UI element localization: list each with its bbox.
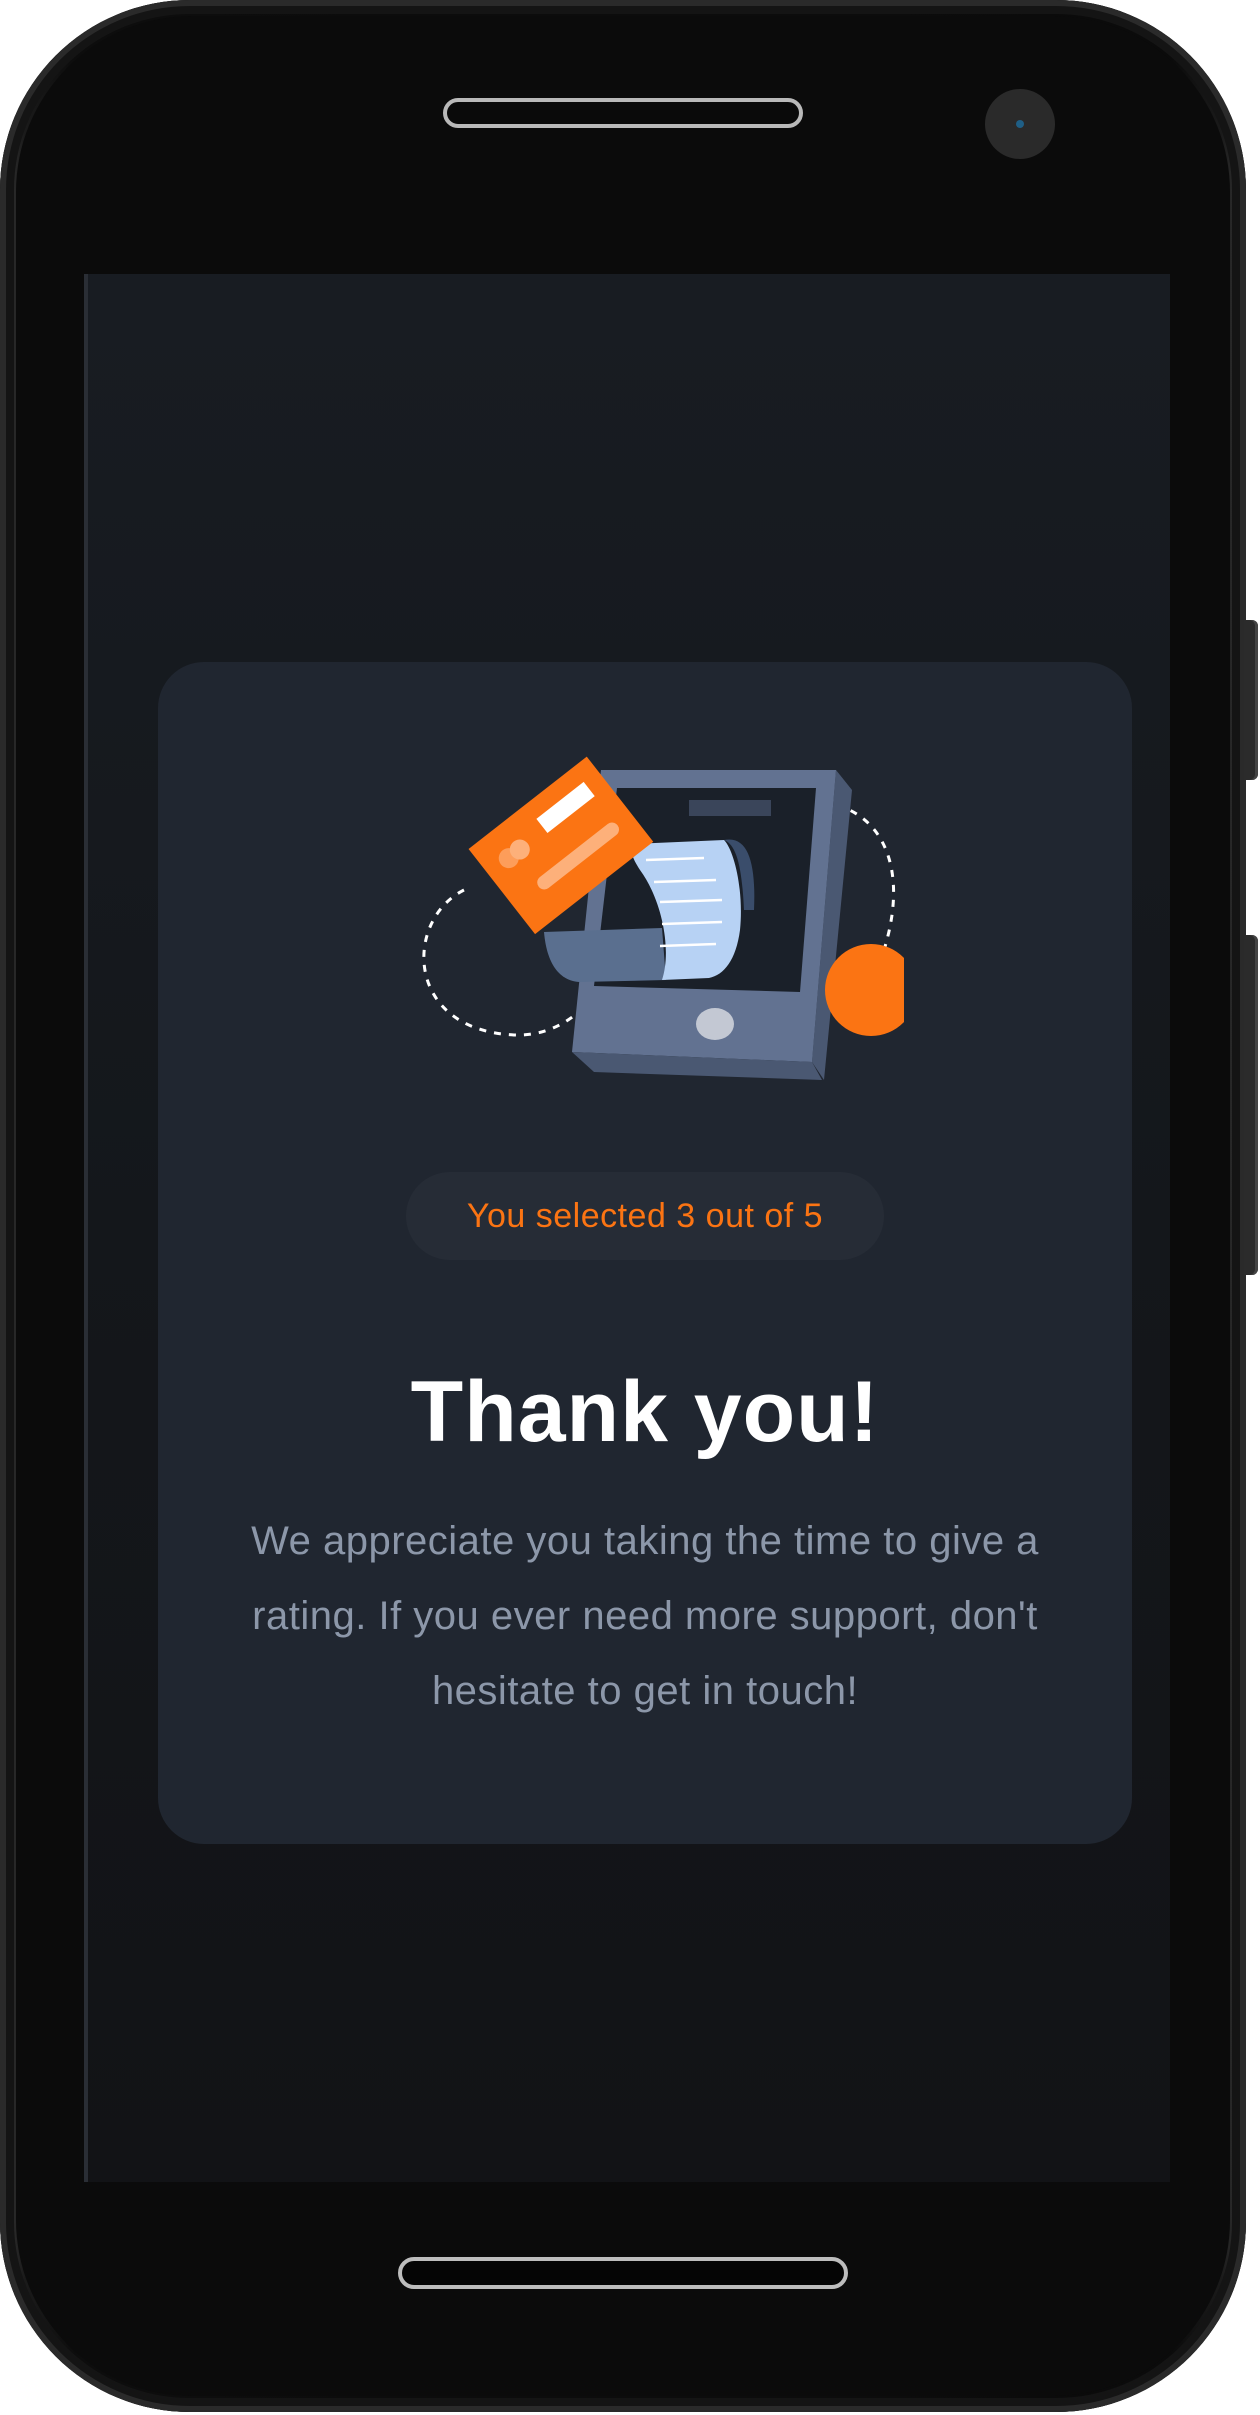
phone-home-button: [696, 1008, 734, 1040]
thank-you-card: You selected 3 out of 5 Thank you! We ap…: [158, 662, 1132, 1844]
phone-front-camera: [985, 89, 1055, 159]
phone-home-indicator: [398, 2257, 848, 2289]
thank-you-message: We appreciate you taking the time to giv…: [251, 1519, 1039, 1713]
phone-frame: You selected 3 out of 5 Thank you! We ap…: [0, 0, 1258, 2412]
phone-volume-button: [1244, 620, 1258, 780]
phone-power-button: [1244, 935, 1258, 1275]
phone-speaker-slot: [689, 800, 771, 816]
app-screen: You selected 3 out of 5 Thank you! We ap…: [84, 274, 1170, 2182]
phone-speaker: [443, 98, 803, 128]
payment-receipt-illustration-icon: [422, 756, 904, 1080]
receipt-tray: [544, 928, 666, 982]
orange-coin: [825, 944, 904, 1036]
thank-you-title: Thank you!: [410, 1364, 880, 1460]
rating-selection-badge: You selected 3 out of 5: [406, 1172, 884, 1260]
